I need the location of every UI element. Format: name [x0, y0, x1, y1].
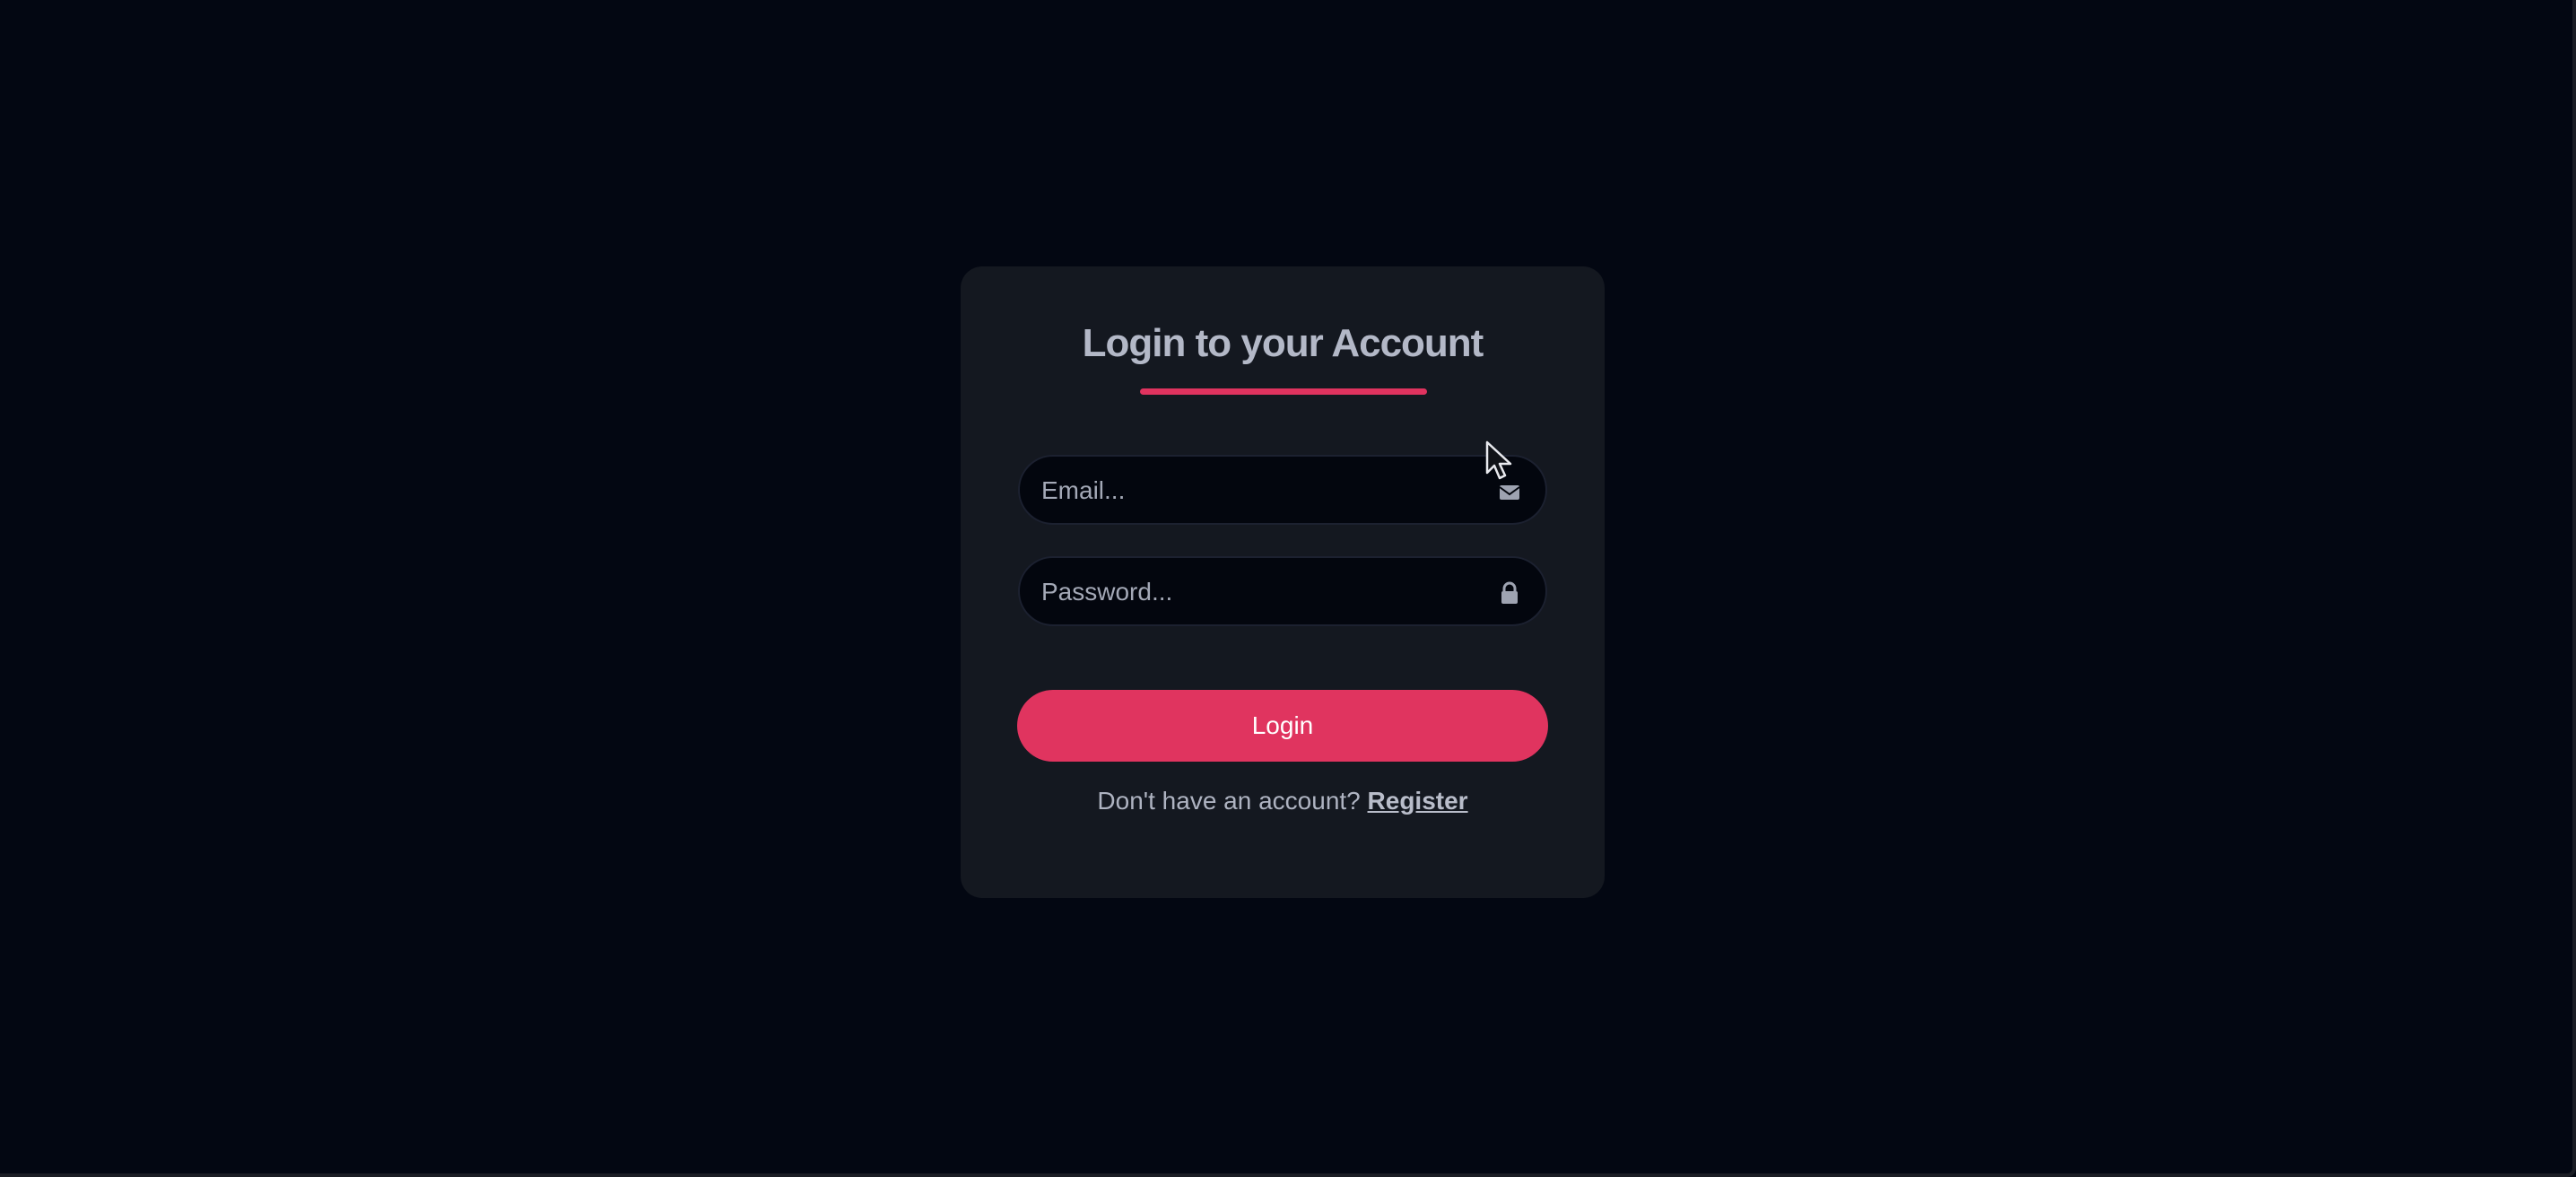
register-prompt-row: Don't have an account? Register: [961, 785, 1605, 817]
page-title: Login to your Account: [1082, 321, 1484, 365]
login-card: Login to your Account Login Don't have a…: [961, 266, 1605, 898]
mouse-cursor-icon: [1485, 440, 1512, 480]
lock-icon: [1501, 581, 1518, 604]
login-button[interactable]: Login: [1017, 690, 1548, 762]
page-background: Login to your Account Login Don't have a…: [0, 0, 2576, 1177]
title-underline: [1140, 388, 1427, 395]
envelope-icon: [1499, 485, 1520, 500]
email-input[interactable]: [1040, 457, 1474, 525]
email-field[interactable]: [1018, 455, 1547, 525]
password-field[interactable]: [1018, 556, 1547, 626]
register-link[interactable]: Register: [1368, 787, 1468, 815]
register-prompt: Don't have an account?: [1097, 787, 1361, 815]
password-input[interactable]: [1040, 558, 1474, 626]
